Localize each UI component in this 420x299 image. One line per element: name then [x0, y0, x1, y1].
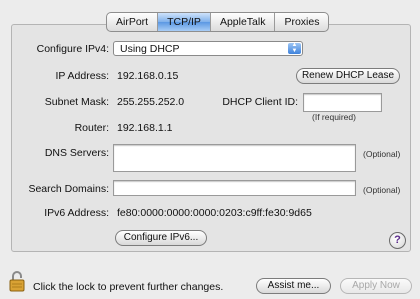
dhcp-client-id-hint: (If required) — [312, 112, 356, 122]
renew-dhcp-lease-button[interactable]: Renew DHCP Lease — [296, 68, 400, 84]
select-arrows-icon: ▲ ▼ — [288, 42, 301, 54]
dns-optional-label: (Optional) — [363, 149, 401, 159]
lock-message: Click the lock to prevent further change… — [33, 281, 224, 293]
tab-airport[interactable]: AirPort — [107, 13, 159, 31]
tab-bar: AirPort TCP/IP AppleTalk Proxies — [106, 12, 330, 32]
assist-me-button[interactable]: Assist me... — [256, 278, 331, 294]
configure-ipv4-label: Configure IPv4: — [36, 43, 109, 55]
ipv6-address-label: IPv6 Address: — [44, 207, 109, 219]
apply-now-button[interactable]: Apply Now — [340, 278, 412, 294]
dhcp-client-id-field[interactable] — [303, 93, 382, 112]
lock-icon[interactable] — [9, 270, 25, 292]
ip-address-label: IP Address: — [55, 70, 109, 82]
subnet-mask-label: Subnet Mask: — [44, 96, 109, 108]
help-button[interactable]: ? — [389, 232, 406, 249]
search-optional-label: (Optional) — [363, 185, 401, 195]
router-label: Router: — [74, 122, 109, 134]
dns-servers-label: DNS Servers: — [44, 147, 109, 159]
dns-servers-field[interactable] — [113, 144, 356, 172]
search-domains-field[interactable] — [113, 180, 356, 196]
configure-ipv6-button[interactable]: Configure IPv6... — [115, 230, 207, 246]
router-value: 192.168.1.1 — [117, 122, 173, 134]
tab-appletalk[interactable]: AppleTalk — [211, 13, 276, 31]
ipv6-address-value: fe80:0000:0000:0000:0203:c9ff:fe30:9d65 — [117, 207, 312, 219]
tab-tcpip[interactable]: TCP/IP — [158, 13, 211, 31]
tab-proxies[interactable]: Proxies — [275, 13, 328, 31]
ip-address-value: 192.168.0.15 — [117, 70, 179, 82]
configure-ipv4-select[interactable]: Using DHCP ▲ ▼ — [113, 41, 303, 56]
dhcp-client-id-label: DHCP Client ID: — [222, 96, 298, 108]
search-domains-label: Search Domains: — [28, 183, 109, 195]
configure-ipv4-value: Using DHCP — [120, 43, 180, 55]
subnet-mask-value: 255.255.252.0 — [117, 96, 185, 108]
